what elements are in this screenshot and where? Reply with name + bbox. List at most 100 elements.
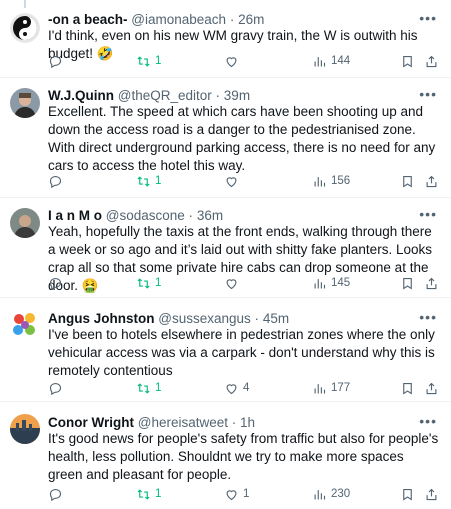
author-handle[interactable]: @sodascone [106,208,185,223]
retweet-icon [137,382,150,394]
retweet-button[interactable]: 1 [136,275,161,291]
author-name[interactable]: I a n M o [48,208,102,223]
timestamp[interactable]: 1h [240,415,255,430]
reply-button[interactable] [48,53,67,69]
reply-icon [49,382,62,395]
separator-dot: · [229,12,235,27]
retweet-button[interactable]: 1 [136,173,161,189]
separator-dot: · [215,88,221,103]
reply-button[interactable] [48,173,67,189]
retweet-button[interactable]: 1 [136,53,161,69]
like-button[interactable]: 4 [224,380,249,396]
reply-button[interactable] [48,380,67,396]
author-handle[interactable]: @iamonabeach [131,12,226,27]
reply-icon [49,55,62,68]
like-button[interactable] [224,173,243,189]
retweet-icon [137,488,150,500]
heart-icon [226,56,237,67]
view-count: 145 [331,277,351,289]
reply-button[interactable] [48,486,67,502]
reply-icon [49,488,62,501]
action-bar: 1 145 [48,275,438,291]
tweet[interactable]: W.J.Quinn @theQR_editor · 39m ••• Excell… [0,78,451,198]
share-button[interactable] [424,380,439,396]
action-bar: 1 144 [48,53,438,69]
action-bar: 1 4 177 [48,380,438,396]
person-photo-avatar[interactable] [10,88,40,118]
views-button[interactable]: 230 [312,486,350,502]
retweet-icon [137,277,150,289]
timestamp[interactable]: 26m [238,12,264,27]
like-count: 1 [243,488,250,500]
bookmark-button[interactable] [400,53,415,69]
views-button[interactable]: 145 [312,275,350,291]
bookmark-icon [403,175,412,188]
share-icon [426,175,437,187]
views-button[interactable]: 156 [312,173,350,189]
action-bar: 1 1 230 [48,486,438,502]
share-button[interactable] [424,486,439,502]
retweet-icon [137,175,150,187]
bookmark-icon [403,488,412,501]
action-bar: 1 156 [48,173,438,189]
views-icon [314,56,326,66]
author-name[interactable]: Conor Wright [48,415,134,430]
author-name[interactable]: Angus Johnston [48,311,155,326]
colorful-avatar[interactable] [10,310,40,340]
share-icon [426,488,437,500]
like-button[interactable] [224,53,243,69]
retweet-count: 1 [155,488,162,500]
thread-line [24,0,26,8]
author-handle[interactable]: @sussexangus [158,311,251,326]
separator-dot: · [188,208,194,223]
author-name[interactable]: W.J.Quinn [48,88,114,103]
timestamp[interactable]: 45m [263,311,289,326]
tweet[interactable]: Angus Johnston @sussexangus · 45m ••• I'… [0,298,451,402]
views-icon [314,489,326,499]
view-count: 230 [331,488,351,500]
share-icon [426,277,437,289]
like-count: 4 [243,382,250,394]
views-icon [314,278,326,288]
reply-button[interactable] [48,275,67,291]
retweet-button[interactable]: 1 [136,486,161,502]
author-handle[interactable]: @hereisatweet [138,415,228,430]
like-button[interactable]: 1 [224,486,249,502]
tweet[interactable]: Conor Wright @hereisatweet · 1h ••• It's… [0,402,451,509]
share-icon [426,382,437,394]
reply-icon [49,175,62,188]
retweet-count: 1 [155,175,162,187]
timestamp[interactable]: 36m [197,208,223,223]
views-icon [314,176,326,186]
tweet[interactable]: -on a beach- @iamonabeach · 26m ••• I'd … [0,0,451,78]
timestamp[interactable]: 39m [224,88,250,103]
heart-icon [226,278,237,289]
bookmark-button[interactable] [400,486,415,502]
retweet-button[interactable]: 1 [136,380,161,396]
views-button[interactable]: 144 [312,53,350,69]
landscape-avatar[interactable] [10,414,40,444]
share-button[interactable] [424,275,439,291]
share-button[interactable] [424,173,439,189]
bookmark-button[interactable] [400,173,415,189]
person-photo-avatar[interactable] [10,208,40,238]
tweet[interactable]: I a n M o @sodascone · 36m ••• Yeah, hop… [0,198,451,298]
bookmark-icon [403,277,412,290]
author-name[interactable]: -on a beach- [48,12,128,27]
bookmark-icon [403,382,412,395]
heart-icon [226,489,237,500]
like-button[interactable] [224,275,243,291]
views-button[interactable]: 177 [312,380,350,396]
share-icon [426,55,437,67]
author-handle[interactable]: @theQR_editor [118,88,212,103]
yin-yang-avatar[interactable] [10,13,40,43]
tweet-text: I've been to hotels elsewhere in pedestr… [48,327,435,378]
separator-dot: · [254,311,260,326]
bookmark-icon [403,55,412,68]
bookmark-button[interactable] [400,380,415,396]
retweet-count: 1 [155,55,162,67]
retweet-count: 1 [155,382,162,394]
tweet-text: Excellent. The speed at which cars have … [48,104,436,173]
bookmark-button[interactable] [400,275,415,291]
share-button[interactable] [424,53,439,69]
